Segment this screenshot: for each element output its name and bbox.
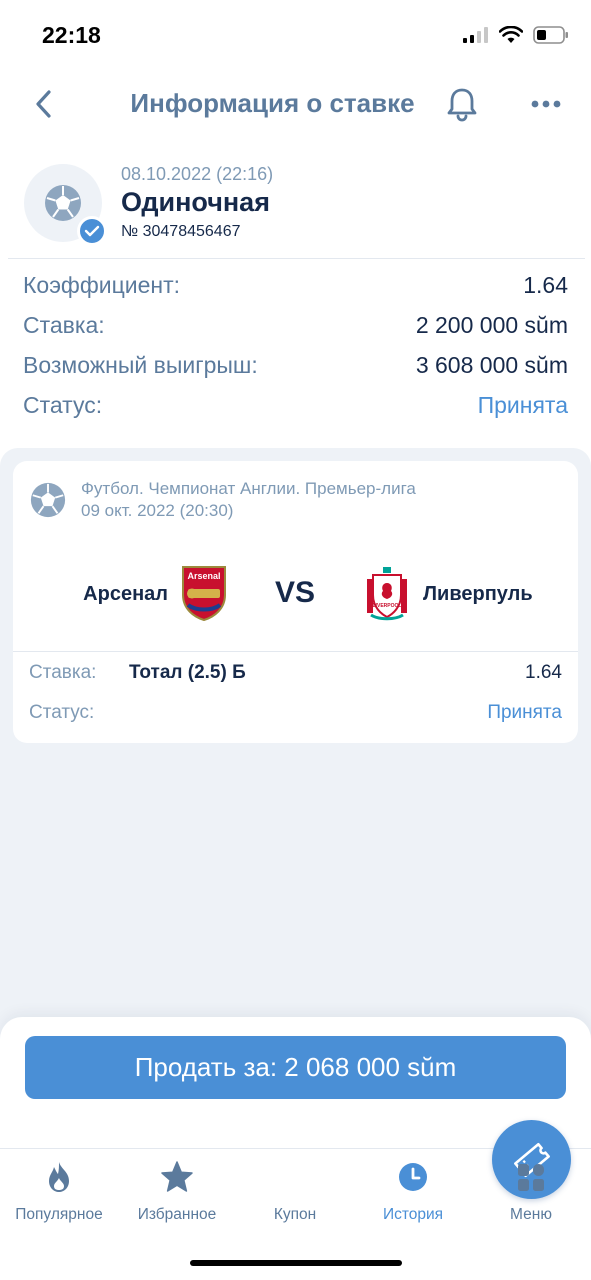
info-value: 1.64 <box>523 272 568 298</box>
tab-label: Популярное <box>15 1206 103 1223</box>
liverpool-crest-icon: LIVERPOOL <box>367 567 407 621</box>
info-label: Статус: <box>23 392 103 418</box>
pick-label: Ставка: <box>29 662 97 683</box>
clock-icon <box>399 1163 427 1191</box>
grid-icon <box>518 1164 544 1191</box>
event-status-value: Принята <box>487 702 562 723</box>
tab-label: Избранное <box>137 1206 217 1223</box>
liverpool-crest-text: LIVERPOOL <box>373 603 402 609</box>
tab-label: Меню <box>510 1206 552 1223</box>
status-icons <box>463 26 569 44</box>
info-value: 3 608 000 sŭm <box>415 352 568 378</box>
soccer-ball-icon <box>30 482 66 518</box>
signal-icon <box>463 27 488 43</box>
battery-icon <box>533 26 568 44</box>
info-label: Ставка: <box>23 312 105 338</box>
info-row-potential-win: Возможный выигрыш: 3 608 000 sŭm <box>0 352 591 392</box>
bet-date: 08.10.2022 (22:16) <box>121 164 274 184</box>
event-status-label: Статус: <box>29 702 95 723</box>
info-row-stake: Ставка: 2 200 000 sŭm <box>0 312 591 352</box>
bet-info-list: Коэффициент: 1.64 Ставка: 2 200 000 sŭm … <box>0 272 591 432</box>
info-row-status: Статус: Принята <box>0 392 591 432</box>
bet-header: 08.10.2022 (22:16) Одиночная № 304784564… <box>0 160 591 258</box>
nav-bar: Информация о ставке <box>0 70 591 140</box>
more-button[interactable] <box>528 92 564 116</box>
event-league: Футбол. Чемпионат Англии. Премьер-лига <box>81 479 416 498</box>
team1-name: Арсенал <box>83 583 168 605</box>
notifications-button[interactable] <box>444 86 480 122</box>
versus-label: VS <box>275 576 316 609</box>
team2-name: Ливерпуль <box>423 583 533 605</box>
check-icon <box>84 225 100 237</box>
bet-type: Одиночная <box>121 187 270 217</box>
event-date: 09 окт. 2022 (20:30) <box>81 501 234 520</box>
sell-bet-button[interactable]: Продать за: 2 068 000 sŭm <box>25 1036 566 1099</box>
arsenal-crest-text: Arsenal <box>187 571 220 581</box>
tab-favorites[interactable]: Избранное <box>118 1150 236 1230</box>
tab-menu[interactable]: Меню <box>472 1150 590 1230</box>
info-label: Коэффициент: <box>23 272 181 298</box>
status-time: 22:18 <box>42 22 101 48</box>
flame-icon <box>49 1162 69 1192</box>
tab-bar: Популярное Избранное Купон История Меню <box>0 1120 591 1240</box>
tab-popular[interactable]: Популярное <box>0 1150 118 1230</box>
soccer-ball-icon <box>45 185 81 221</box>
divider <box>8 258 585 259</box>
star-icon <box>161 1161 193 1192</box>
tab-label: История <box>382 1206 444 1223</box>
bell-icon <box>447 88 477 122</box>
info-value: 2 200 000 sŭm <box>415 312 568 338</box>
event-card[interactable]: Футбол. Чемпионат Англии. Премьер-лига 0… <box>13 461 578 743</box>
accepted-check-badge <box>77 216 107 246</box>
tab-history[interactable]: История <box>354 1150 472 1230</box>
info-label: Возможный выигрыш: <box>23 352 258 378</box>
wifi-icon <box>499 26 523 43</box>
info-row-odds: Коэффициент: 1.64 <box>0 272 591 312</box>
pick-odds: 1.64 <box>525 662 562 683</box>
status-bar: 22:18 <box>0 0 591 70</box>
home-indicator[interactable] <box>190 1260 402 1266</box>
tab-coupon[interactable]: Купон <box>236 1120 571 1230</box>
bet-number: № 30478456467 <box>121 223 241 240</box>
more-dots-icon <box>531 100 561 108</box>
pick-value: Тотал (2.5) Б <box>129 662 246 683</box>
tab-label: Купон <box>273 1206 317 1223</box>
divider <box>13 651 578 652</box>
arsenal-crest-icon: Arsenal <box>182 566 226 621</box>
status-value: Принята <box>477 392 568 418</box>
